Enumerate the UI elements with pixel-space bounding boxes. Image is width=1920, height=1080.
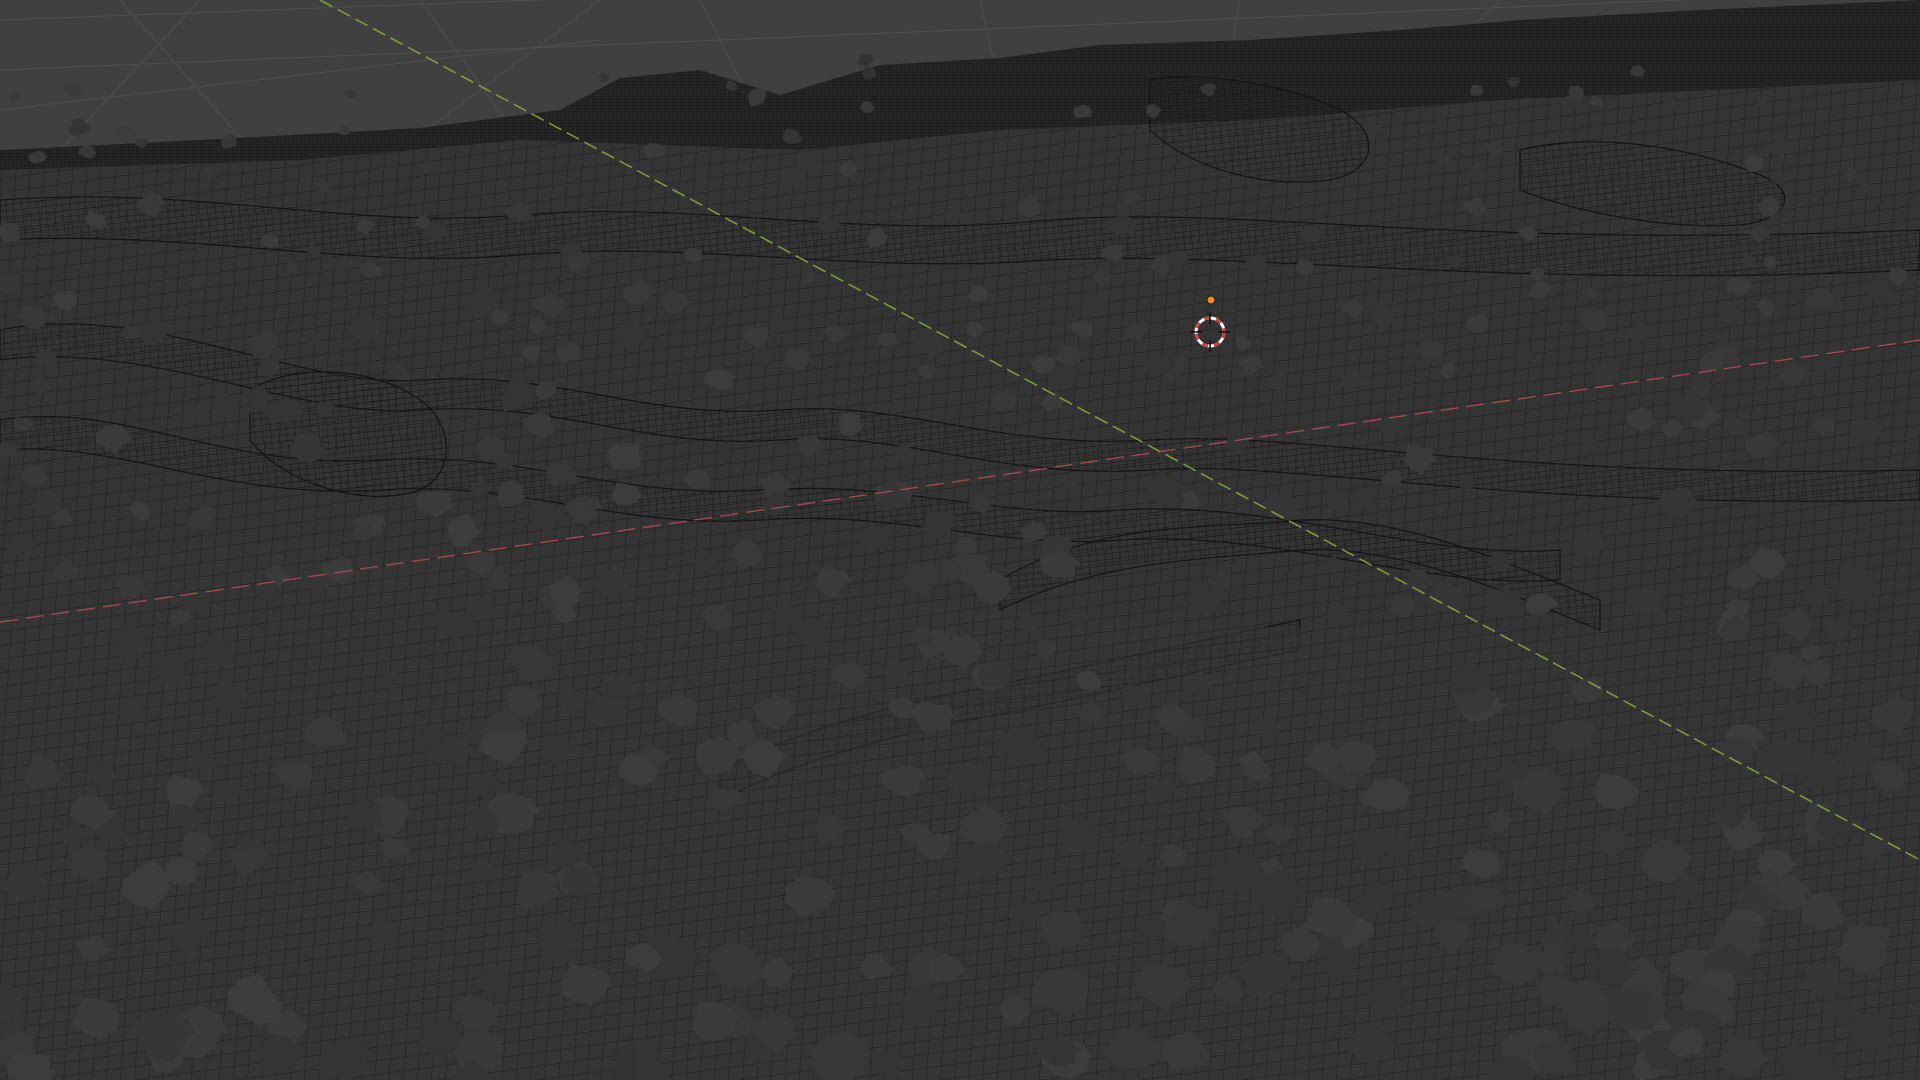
instance-blob (346, 799, 382, 831)
instance-blob (300, 174, 312, 184)
object-origin-icon (1206, 295, 1216, 305)
instance-blob (284, 261, 301, 274)
instance-blob (795, 150, 821, 169)
instance-blob (0, 222, 20, 242)
instance-blob (1012, 901, 1041, 926)
viewport-scene (0, 0, 1920, 1080)
instance-blob (1369, 303, 1395, 327)
3d-viewport[interactable] (0, 0, 1920, 1080)
instance-blob (6, 1052, 58, 1080)
